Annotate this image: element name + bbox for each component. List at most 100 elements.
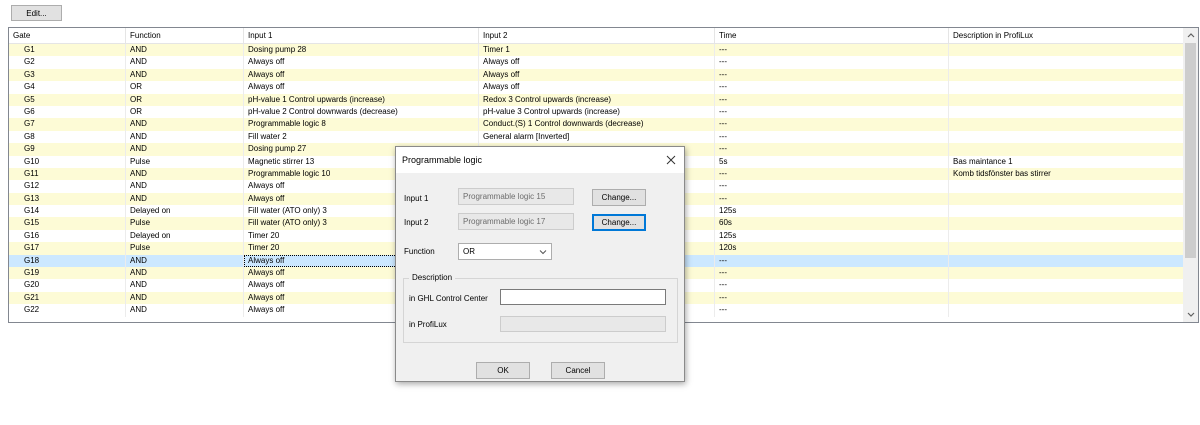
cell-gate[interactable]: G12 xyxy=(9,180,126,193)
cell-gate[interactable]: G22 xyxy=(9,304,126,317)
vertical-scrollbar[interactable] xyxy=(1183,28,1198,322)
cell-gate[interactable]: G15 xyxy=(9,217,126,230)
cell-function[interactable]: AND xyxy=(126,180,244,193)
ok-button[interactable]: OK xyxy=(476,362,530,379)
table-row[interactable]: G5 OR pH-value 1 Control upwards (increase… xyxy=(9,93,1183,106)
cell-gate[interactable]: G5 xyxy=(9,93,126,106)
cell-time[interactable]: --- xyxy=(715,291,949,305)
cell-description[interactable] xyxy=(949,279,1183,291)
cell-description[interactable] xyxy=(949,118,1183,130)
scrollbar-thumb[interactable] xyxy=(1185,43,1196,258)
cell-input-1[interactable]: pH-value 1 Control upwards (increase) xyxy=(244,93,479,106)
cell-description[interactable] xyxy=(949,106,1183,118)
dialog-titlebar[interactable]: Programmable logic xyxy=(396,147,684,173)
cell-gate[interactable]: G4 xyxy=(9,81,126,94)
cell-gate[interactable]: G13 xyxy=(9,192,126,206)
cell-input-1[interactable]: pH-value 2 Control downwards (decrease) xyxy=(244,105,479,119)
table-row[interactable]: G7 AND Programmable logic 8 Conduct.(S) 1 C… xyxy=(9,118,1183,131)
cell-function[interactable]: AND xyxy=(126,192,244,206)
cell-input-2[interactable]: Always off xyxy=(479,56,715,69)
cell-description[interactable] xyxy=(949,304,1183,316)
cell-input-2[interactable]: Always off xyxy=(479,68,715,82)
table-row[interactable]: G2 AND Always off Always off --- xyxy=(9,56,1183,69)
function-select[interactable]: OR xyxy=(458,243,552,260)
column-header-input-2[interactable]: Input 2 xyxy=(479,28,715,43)
cell-time[interactable]: --- xyxy=(715,304,949,317)
cell-description[interactable] xyxy=(949,44,1183,56)
cell-function[interactable]: AND xyxy=(126,267,244,280)
cell-function[interactable]: AND xyxy=(126,44,244,57)
cell-time[interactable]: --- xyxy=(715,56,949,69)
cell-gate[interactable]: G19 xyxy=(9,267,126,280)
cell-description[interactable] xyxy=(949,217,1183,229)
cell-input-2[interactable]: General alarm [Inverted] xyxy=(479,130,715,144)
scroll-down-arrow-icon[interactable] xyxy=(1183,308,1198,322)
cell-gate[interactable]: G17 xyxy=(9,242,126,255)
column-header-gate[interactable]: Gate xyxy=(9,28,126,43)
table-row[interactable]: G8 AND Fill water 2 General alarm [Inverted… xyxy=(9,130,1183,144)
cell-gate[interactable]: G14 xyxy=(9,205,126,218)
cell-gate[interactable]: G9 xyxy=(9,143,126,156)
change-input-2-button[interactable]: Change... xyxy=(592,214,646,231)
cell-time[interactable]: --- xyxy=(715,130,949,144)
cell-function[interactable]: AND xyxy=(126,143,244,156)
cell-description[interactable] xyxy=(949,56,1183,68)
cell-description[interactable] xyxy=(949,131,1183,143)
cell-input-2[interactable]: Conduct.(S) 1 Control downwards (decreas… xyxy=(479,118,715,131)
cell-function[interactable]: AND xyxy=(126,118,244,131)
column-header-input-1[interactable]: Input 1 xyxy=(244,28,479,43)
cell-gate[interactable]: G8 xyxy=(9,130,126,144)
cell-time[interactable]: --- xyxy=(715,180,949,193)
column-header-function[interactable]: Function xyxy=(126,28,244,43)
cell-input-1[interactable]: Programmable logic 8 xyxy=(244,118,479,131)
cell-function[interactable]: OR xyxy=(126,81,244,94)
cell-input-1[interactable]: Fill water 2 xyxy=(244,130,479,144)
cell-input-2[interactable]: Redox 3 Control upwards (increase) xyxy=(479,93,715,106)
cell-input-1[interactable]: Dosing pump 28 xyxy=(244,44,479,57)
cell-function[interactable]: AND xyxy=(126,130,244,144)
cell-function[interactable]: AND xyxy=(126,56,244,69)
cell-gate[interactable]: G7 xyxy=(9,118,126,131)
cell-time[interactable]: 125s xyxy=(715,229,949,243)
cell-gate[interactable]: G11 xyxy=(9,167,126,181)
cell-time[interactable]: --- xyxy=(715,267,949,280)
cell-description[interactable] xyxy=(949,255,1183,267)
ghl-control-center-input[interactable] xyxy=(500,289,666,305)
cell-time[interactable]: --- xyxy=(715,167,949,181)
cell-description[interactable] xyxy=(949,193,1183,205)
cell-gate[interactable]: G20 xyxy=(9,279,126,292)
cell-input-2[interactable]: pH-value 3 Control upwards (increase) xyxy=(479,105,715,119)
cell-description[interactable] xyxy=(949,292,1183,304)
column-header-time[interactable]: Time xyxy=(715,28,949,43)
cell-gate[interactable]: G6 xyxy=(9,105,126,119)
cell-function[interactable]: AND xyxy=(126,279,244,292)
cell-function[interactable]: AND xyxy=(126,254,244,268)
cell-description[interactable] xyxy=(949,69,1183,81)
cell-function[interactable]: Pulse xyxy=(126,217,244,230)
cell-time[interactable]: 125s xyxy=(715,205,949,218)
cell-input-1[interactable]: Always off xyxy=(244,81,479,94)
cell-function[interactable]: OR xyxy=(126,105,244,119)
cell-description[interactable]: Komb tidsfönster bas stirrer xyxy=(949,168,1183,180)
cell-description[interactable]: Bas maintance 1 xyxy=(949,156,1183,168)
cell-gate[interactable]: G21 xyxy=(9,291,126,305)
cell-time[interactable]: --- xyxy=(715,93,949,106)
table-row[interactable]: G4 OR Always off Always off --- xyxy=(9,81,1183,94)
cell-function[interactable]: OR xyxy=(126,93,244,106)
cell-function[interactable]: AND xyxy=(126,167,244,181)
cell-input-1[interactable]: Always off xyxy=(244,56,479,69)
table-row[interactable]: G3 AND Always off Always off --- xyxy=(9,68,1183,82)
cell-time[interactable]: --- xyxy=(715,105,949,119)
cell-time[interactable]: --- xyxy=(715,81,949,94)
cell-description[interactable] xyxy=(949,94,1183,106)
table-row[interactable]: G6 OR pH-value 2 Control downwards (decrea… xyxy=(9,105,1183,119)
cell-gate[interactable]: G16 xyxy=(9,229,126,243)
cell-description[interactable] xyxy=(949,180,1183,192)
cell-description[interactable] xyxy=(949,143,1183,155)
change-input-1-button[interactable]: Change... xyxy=(592,189,646,206)
cell-description[interactable] xyxy=(949,242,1183,254)
cell-function[interactable]: AND xyxy=(126,291,244,305)
cell-function[interactable]: Pulse xyxy=(126,155,244,168)
column-header-description[interactable]: Description in ProfiLux xyxy=(949,28,1183,43)
cell-function[interactable]: AND xyxy=(126,304,244,317)
